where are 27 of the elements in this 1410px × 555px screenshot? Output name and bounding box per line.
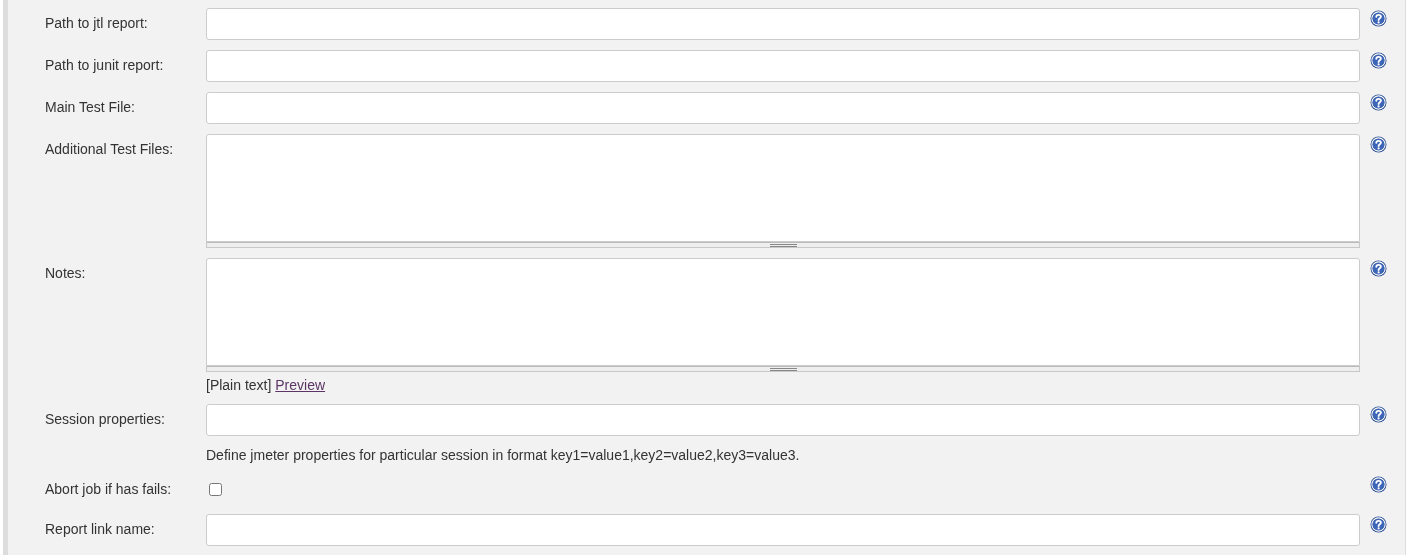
resize-handle[interactable] xyxy=(206,242,1360,248)
format-label: [Plain text] xyxy=(206,377,272,393)
preview-link[interactable]: Preview xyxy=(275,377,326,393)
field-label: Main Test File: xyxy=(45,98,136,116)
field-label: Report link name: xyxy=(45,520,156,538)
help-icon[interactable] xyxy=(1370,476,1387,493)
help-icon[interactable] xyxy=(1370,136,1387,153)
help-icon[interactable] xyxy=(1370,516,1387,533)
help-icon[interactable] xyxy=(1370,260,1387,277)
field-label: Abort job if has fails: xyxy=(45,480,173,498)
input-field[interactable] xyxy=(206,8,1360,40)
input-field[interactable] xyxy=(206,404,1360,436)
help-icon[interactable] xyxy=(1370,52,1387,69)
checkbox[interactable] xyxy=(209,482,222,496)
resize-handle[interactable] xyxy=(206,366,1360,372)
field-label: Path to junit report: xyxy=(45,56,165,74)
field-label: Path to jtl report: xyxy=(45,14,149,32)
help-icon[interactable] xyxy=(1370,406,1387,423)
field-label: Session properties: xyxy=(45,410,166,428)
field-label: Notes: xyxy=(45,264,87,282)
input-field[interactable] xyxy=(206,514,1360,546)
help-icon[interactable] xyxy=(1370,94,1387,111)
field-label: Additional Test Files: xyxy=(45,140,175,158)
input-field[interactable] xyxy=(206,92,1360,124)
help-icon[interactable] xyxy=(1370,10,1387,27)
field-description: Define jmeter properties for particular session in format key1=value1,key2=value2,key3=value3. xyxy=(206,446,801,464)
input-field[interactable] xyxy=(206,50,1360,82)
